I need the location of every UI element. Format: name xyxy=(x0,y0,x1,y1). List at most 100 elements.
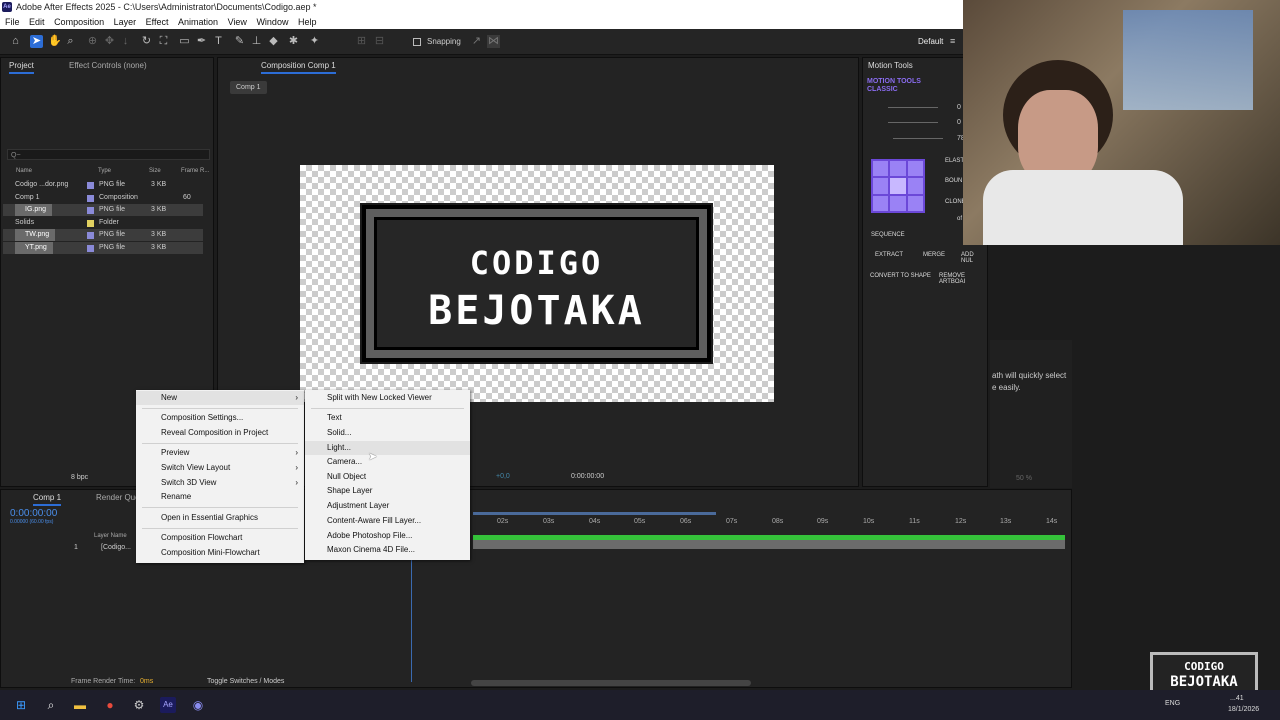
zoom-level[interactable]: 50 % xyxy=(1016,475,1032,482)
menu-composition[interactable]: Composition xyxy=(54,15,104,29)
after-effects-taskbar-icon[interactable]: Ae xyxy=(160,697,176,713)
add-null-button[interactable]: ADD NUL xyxy=(961,252,987,264)
timeline-timecode[interactable]: 0:00:00:00 xyxy=(10,508,57,519)
language-indicator[interactable]: ENG xyxy=(1165,700,1180,707)
tab-effect-controls[interactable]: Effect Controls (none) xyxy=(69,61,147,70)
submenu-shape-layer[interactable]: Shape Layer xyxy=(305,484,470,498)
list-item[interactable]: IG.png PNG file 3 KB xyxy=(3,204,203,216)
layer-name[interactable]: [Codigo... xyxy=(101,544,131,551)
menu-item-mini-flowchart[interactable]: Composition Mini-Flowchart xyxy=(136,546,304,560)
elastic-button[interactable]: ELAST xyxy=(945,158,964,164)
zoom-tool-icon[interactable]: ⌕ xyxy=(64,35,77,48)
home-icon[interactable]: ⌂ xyxy=(9,35,22,48)
col-name[interactable]: Name xyxy=(16,168,32,174)
submenu-solid[interactable]: Solid... xyxy=(305,426,470,440)
project-search-input[interactable]: Q~ xyxy=(7,149,210,160)
menu-item-composition-settings[interactable]: Composition Settings... xyxy=(136,411,304,425)
chrome-icon[interactable]: ● xyxy=(102,697,118,713)
snap-grid-icon[interactable]: ⋈ xyxy=(487,35,500,48)
rotate-tool-icon[interactable]: ↻ xyxy=(140,35,153,48)
menu-item-preview[interactable]: Preview › xyxy=(136,446,304,460)
exposure-value[interactable]: +0,0 xyxy=(496,473,510,480)
submenu-cinema4d-file[interactable]: Maxon Cinema 4D File... xyxy=(305,543,470,557)
menu-item-essential-graphics[interactable]: Open in Essential Graphics xyxy=(136,511,304,525)
timeline-scrollbar[interactable] xyxy=(471,680,751,686)
breadcrumb[interactable]: Comp 1 xyxy=(230,81,267,94)
submenu-camera[interactable]: Camera... xyxy=(305,455,470,469)
menu-file[interactable]: File xyxy=(5,15,20,29)
roto-brush-icon[interactable]: ✱ xyxy=(287,35,300,48)
orbit-tool-icon[interactable]: ⊕ xyxy=(86,35,99,48)
bounce-button[interactable]: BOUN xyxy=(945,178,962,184)
align-icon[interactable]: ⊞ xyxy=(355,35,368,48)
type-tool-icon[interactable]: T xyxy=(212,35,225,48)
tab-project[interactable]: Project xyxy=(9,61,34,74)
slider-3[interactable] xyxy=(893,138,943,139)
anchor-tool-icon[interactable]: ⛶ xyxy=(157,35,170,48)
col-size[interactable]: Size xyxy=(149,168,161,174)
menu-effect[interactable]: Effect xyxy=(146,15,169,29)
settings-icon[interactable]: ⚙ xyxy=(131,697,147,713)
menu-item-switch-view-layout[interactable]: Switch View Layout › xyxy=(136,461,304,475)
snap-option-icon[interactable]: ↗ xyxy=(470,35,483,48)
pen-tool-icon[interactable]: ✒ xyxy=(195,35,208,48)
menu-item-reveal-composition[interactable]: Reveal Composition in Project xyxy=(136,426,304,440)
discord-icon[interactable]: ◉ xyxy=(190,697,206,713)
windows-start-icon[interactable]: ⊞ xyxy=(13,697,29,713)
search-icon[interactable]: ⌕ xyxy=(43,697,59,713)
workspace-default[interactable]: Default xyxy=(918,37,943,46)
menu-window[interactable]: Window xyxy=(256,15,288,29)
toggle-switches-modes[interactable]: Toggle Switches / Modes xyxy=(207,678,284,685)
clock-date[interactable]: 18/1/2026 xyxy=(1228,706,1259,713)
menu-animation[interactable]: Animation xyxy=(178,15,218,29)
bpc-label[interactable]: 8 bpc xyxy=(71,474,88,481)
list-item[interactable]: Codigo ...dor.png PNG file 3 KB xyxy=(3,179,203,191)
submenu-split-viewer[interactable]: Split with New Locked Viewer xyxy=(305,391,470,405)
menu-item-new[interactable]: New › xyxy=(136,391,304,405)
tab-motion-tools[interactable]: Motion Tools xyxy=(868,61,913,70)
submenu-null-object[interactable]: Null Object xyxy=(305,470,470,484)
col-frame-rate[interactable]: Frame R... xyxy=(181,168,209,174)
selection-tool-icon[interactable]: ➤ xyxy=(30,35,43,48)
rectangle-tool-icon[interactable]: ▭ xyxy=(178,35,191,48)
file-explorer-icon[interactable]: ▬ xyxy=(72,697,88,713)
convert-to-shape-button[interactable]: CONVERT TO SHAPE xyxy=(870,273,931,279)
workspace-menu-icon[interactable]: ≡ xyxy=(950,36,955,46)
submenu-light[interactable]: Light... xyxy=(305,441,470,455)
comp-timecode[interactable]: 0:00:00:00 xyxy=(571,473,604,480)
sequence-button[interactable]: SEQUENCE xyxy=(871,232,905,238)
dolly-tool-icon[interactable]: ↓ xyxy=(119,35,132,48)
submenu-content-aware-fill[interactable]: Content-Aware Fill Layer... xyxy=(305,514,470,528)
work-area-bar[interactable] xyxy=(473,512,716,515)
submenu-text[interactable]: Text xyxy=(305,411,470,425)
submenu-photoshop-file[interactable]: Adobe Photoshop File... xyxy=(305,529,470,543)
menu-layer[interactable]: Layer xyxy=(114,15,137,29)
brush-tool-icon[interactable]: ✎ xyxy=(233,35,246,48)
clock-time[interactable]: ...41 xyxy=(1230,695,1244,702)
tab-timeline-comp[interactable]: Comp 1 xyxy=(33,493,62,506)
distribute-icon[interactable]: ⊟ xyxy=(373,35,386,48)
pan-tool-icon[interactable]: ✥ xyxy=(103,35,116,48)
tab-composition[interactable]: Composition Comp 1 xyxy=(261,61,336,74)
list-item[interactable]: YT.png PNG file 3 KB xyxy=(3,242,203,254)
menu-help[interactable]: Help xyxy=(298,15,317,29)
menu-edit[interactable]: Edit xyxy=(29,15,45,29)
menu-item-flowchart[interactable]: Composition Flowchart xyxy=(136,531,304,545)
col-type[interactable]: Type xyxy=(98,168,111,174)
menu-item-switch-3d-view[interactable]: Switch 3D View › xyxy=(136,476,304,490)
extract-button[interactable]: EXTRACT xyxy=(875,252,903,258)
menu-item-rename[interactable]: Rename xyxy=(136,490,304,504)
list-item[interactable]: Solids Folder xyxy=(3,217,203,229)
merge-button[interactable]: MERGE xyxy=(923,252,945,258)
menu-view[interactable]: View xyxy=(228,15,247,29)
eraser-tool-icon[interactable]: ◆ xyxy=(267,35,280,48)
hand-tool-icon[interactable]: ✋ xyxy=(48,35,62,48)
slider-2[interactable] xyxy=(888,122,938,123)
layer-bar[interactable] xyxy=(473,540,1065,549)
anchor-grid[interactable] xyxy=(871,159,925,213)
slider-1[interactable] xyxy=(888,107,938,108)
snapping-checkbox[interactable] xyxy=(413,38,421,46)
puppet-tool-icon[interactable]: ✦ xyxy=(308,35,321,48)
list-item[interactable]: Comp 1 Composition 60 xyxy=(3,192,203,204)
list-item[interactable]: TW.png PNG file 3 KB xyxy=(3,229,203,241)
